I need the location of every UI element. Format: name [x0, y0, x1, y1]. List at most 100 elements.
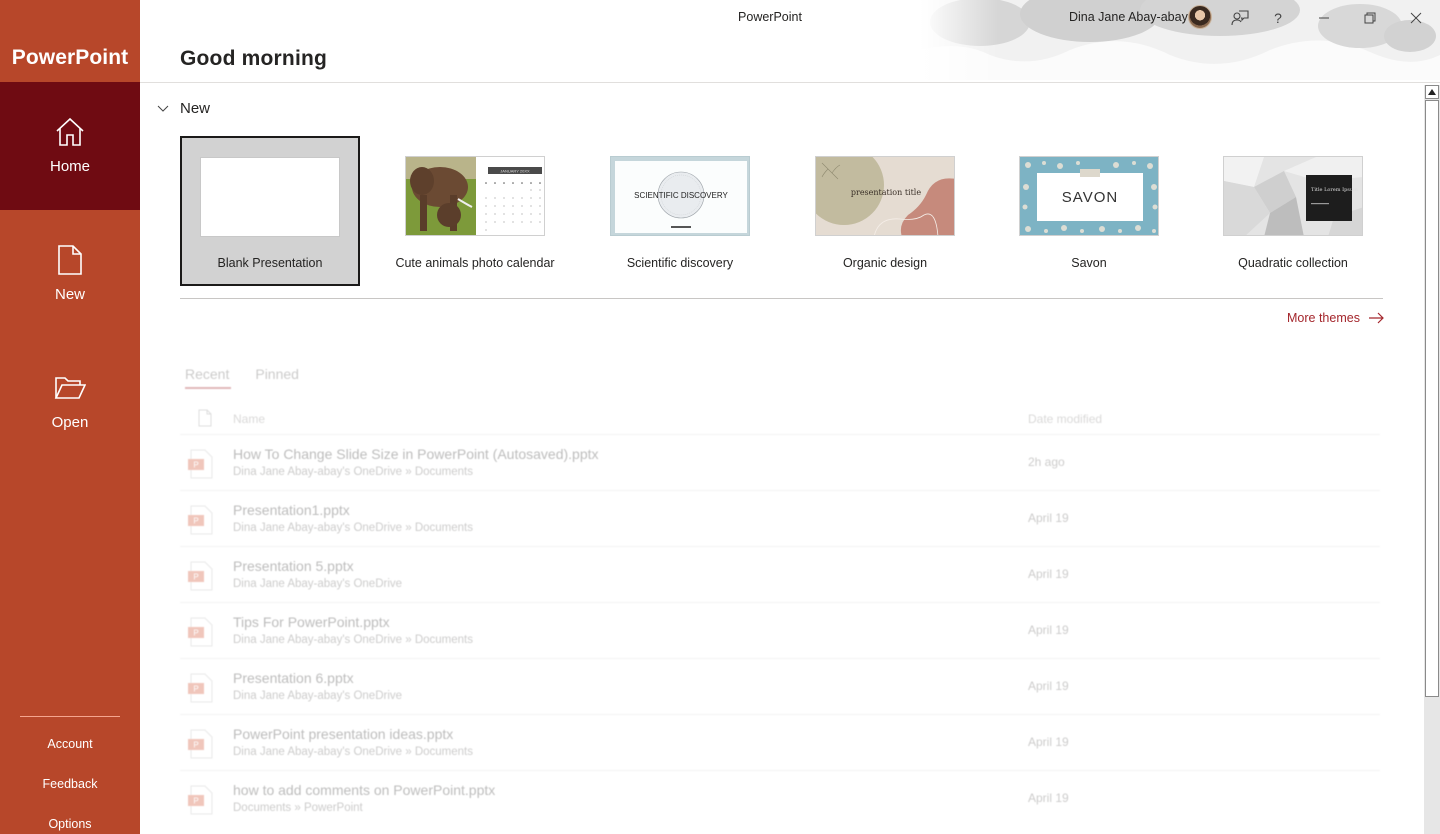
feedback-icon[interactable]: [1228, 6, 1252, 30]
more-themes-label: More themes: [1287, 311, 1360, 325]
pptx-file-icon: P: [188, 505, 213, 535]
template-blank-presentation[interactable]: Blank Presentation: [180, 136, 360, 286]
svg-text:Title Lorem Ipsum: Title Lorem Ipsum: [1311, 187, 1358, 193]
svg-text:presentation title: presentation title: [851, 188, 921, 197]
app-name: PowerPoint: [11, 46, 129, 69]
tab-pinned[interactable]: Pinned: [255, 366, 299, 382]
file-date: April 19: [1028, 735, 1069, 749]
sidebar-link-account[interactable]: Account: [0, 737, 140, 751]
new-document-icon: [58, 245, 82, 275]
template-thumbnail: JANUARY 20XX: [405, 156, 545, 236]
file-row[interactable]: P how to add comments on PowerPoint.pptx…: [180, 770, 1380, 826]
recent-tabs: Recent Pinned: [185, 366, 299, 382]
template-organic-design[interactable]: presentation title Organic design: [795, 136, 975, 286]
pptx-file-icon: P: [188, 785, 213, 815]
template-thumbnail: SAVON: [1019, 156, 1159, 236]
arrow-up-icon: [1428, 89, 1436, 95]
page-title: Good morning: [180, 47, 328, 70]
file-row[interactable]: P How To Change Slide Size in PowerPoint…: [180, 434, 1380, 490]
sidebar-item-home[interactable]: Home: [0, 82, 140, 210]
file-name: Presentation 6.pptx: [233, 670, 354, 686]
file-path: Documents » PowerPoint: [233, 802, 363, 814]
pptx-file-icon: P: [188, 617, 213, 647]
file-row[interactable]: P Tips For PowerPoint.pptx Dina Jane Aba…: [180, 602, 1380, 658]
restore-icon[interactable]: [1358, 6, 1382, 30]
template-name: Scientific discovery: [626, 256, 734, 270]
header-divider: [140, 82, 1440, 83]
section-divider: [180, 298, 1383, 299]
file-row[interactable]: P PowerPoint presentation ideas.pptx Din…: [180, 714, 1380, 770]
pptx-file-icon: P: [188, 449, 213, 479]
template-name: Organic design: [842, 256, 928, 270]
file-name: Tips For PowerPoint.pptx: [233, 614, 390, 630]
template-thumbnail: presentation title: [815, 156, 955, 236]
file-name: PowerPoint presentation ideas.pptx: [233, 726, 454, 742]
file-path: Dina Jane Abay-abay's OneDrive: [233, 578, 403, 590]
column-header-name[interactable]: Name: [233, 412, 265, 426]
scroll-up-button[interactable]: [1425, 85, 1439, 99]
open-folder-icon: [54, 377, 86, 399]
file-name: how to add comments on PowerPoint.pptx: [233, 782, 496, 798]
svg-text:P: P: [193, 573, 198, 582]
close-icon[interactable]: [1404, 6, 1428, 30]
sidebar: PowerPoint Home New Open Account Feedbac…: [0, 0, 140, 834]
file-type-icon: [198, 409, 212, 427]
svg-text:SCIENTIFIC DISCOVERY: SCIENTIFIC DISCOVERY: [634, 191, 728, 200]
template-quadratic-collection[interactable]: Title Lorem Ipsum Quadratic collection: [1203, 136, 1383, 286]
minimize-icon[interactable]: [1312, 6, 1336, 30]
user-name[interactable]: Dina Jane Abay-abay: [1069, 10, 1188, 24]
sidebar-item-new[interactable]: New: [0, 210, 140, 338]
new-section-label: New: [180, 100, 211, 117]
template-thumbnail: SCIENTIFIC DISCOVERY: [610, 156, 750, 236]
template-name: Blank Presentation: [217, 256, 323, 270]
file-date: April 19: [1028, 511, 1069, 525]
recent-files-panel: Recent Pinned Name Date modified P How T…: [160, 350, 1390, 834]
more-themes-link[interactable]: More themes: [1287, 311, 1384, 325]
avatar[interactable]: [1188, 5, 1212, 29]
sidebar-item-label: Home: [49, 158, 90, 175]
file-path: Dina Jane Abay-abay's OneDrive » Documen…: [233, 634, 473, 646]
file-row[interactable]: P Presentation1.pptx Dina Jane Abay-abay…: [180, 490, 1380, 546]
recent-files-list: P How To Change Slide Size in PowerPoint…: [180, 434, 1380, 826]
scrollbar-thumb[interactable]: [1425, 100, 1439, 697]
tab-recent[interactable]: Recent: [185, 366, 229, 382]
template-name: Cute animals photo calendar: [395, 256, 555, 270]
template-thumbnail: [200, 157, 340, 237]
active-tab-indicator: [185, 387, 231, 389]
pptx-file-icon: P: [188, 561, 213, 591]
svg-text:P: P: [193, 797, 198, 806]
home-icon: [56, 117, 84, 146]
new-section-toggle[interactable]: New: [156, 100, 210, 117]
column-header-date-modified[interactable]: Date modified: [1028, 412, 1102, 426]
template-scientific-discovery[interactable]: SCIENTIFIC DISCOVERY Scientific discover…: [590, 136, 770, 286]
file-row[interactable]: P Presentation 5.pptx Dina Jane Abay-aba…: [180, 546, 1380, 602]
svg-text:P: P: [193, 629, 198, 638]
file-name: How To Change Slide Size in PowerPoint (…: [233, 446, 599, 462]
file-name: Presentation 5.pptx: [233, 558, 354, 574]
template-savon[interactable]: SAVON Savon: [999, 136, 1179, 286]
template-thumbnail: Title Lorem Ipsum: [1223, 156, 1363, 236]
file-date: April 19: [1028, 567, 1069, 581]
svg-text:JANUARY 20XX: JANUARY 20XX: [500, 169, 530, 174]
title-bar: PowerPoint Dina Jane Abay-abay ?: [140, 0, 1440, 80]
vertical-scrollbar[interactable]: [1424, 85, 1440, 834]
template-name: Quadratic collection: [1238, 256, 1348, 270]
help-icon[interactable]: ?: [1266, 6, 1290, 30]
sidebar-item-label: Open: [51, 414, 89, 431]
sidebar-item-open[interactable]: Open: [0, 338, 140, 466]
file-path: Dina Jane Abay-abay's OneDrive » Documen…: [233, 746, 473, 758]
file-row[interactable]: P Presentation 6.pptx Dina Jane Abay-aba…: [180, 658, 1380, 714]
pptx-file-icon: P: [188, 729, 213, 759]
sidebar-item-label: New: [54, 286, 85, 303]
svg-text:P: P: [193, 461, 198, 470]
file-date: April 19: [1028, 623, 1069, 637]
file-name: Presentation1.pptx: [233, 502, 350, 518]
sidebar-link-options[interactable]: Options: [0, 817, 140, 831]
svg-text:P: P: [193, 517, 198, 526]
file-date: April 19: [1028, 679, 1069, 693]
file-path: Dina Jane Abay-abay's OneDrive » Documen…: [233, 522, 473, 534]
template-cute-animals-calendar[interactable]: JANUARY 20XX Cute animals photo calendar: [385, 136, 565, 286]
sidebar-link-feedback[interactable]: Feedback: [0, 777, 140, 791]
sidebar-divider: [20, 716, 120, 717]
svg-text:SAVON: SAVON: [1062, 189, 1118, 206]
